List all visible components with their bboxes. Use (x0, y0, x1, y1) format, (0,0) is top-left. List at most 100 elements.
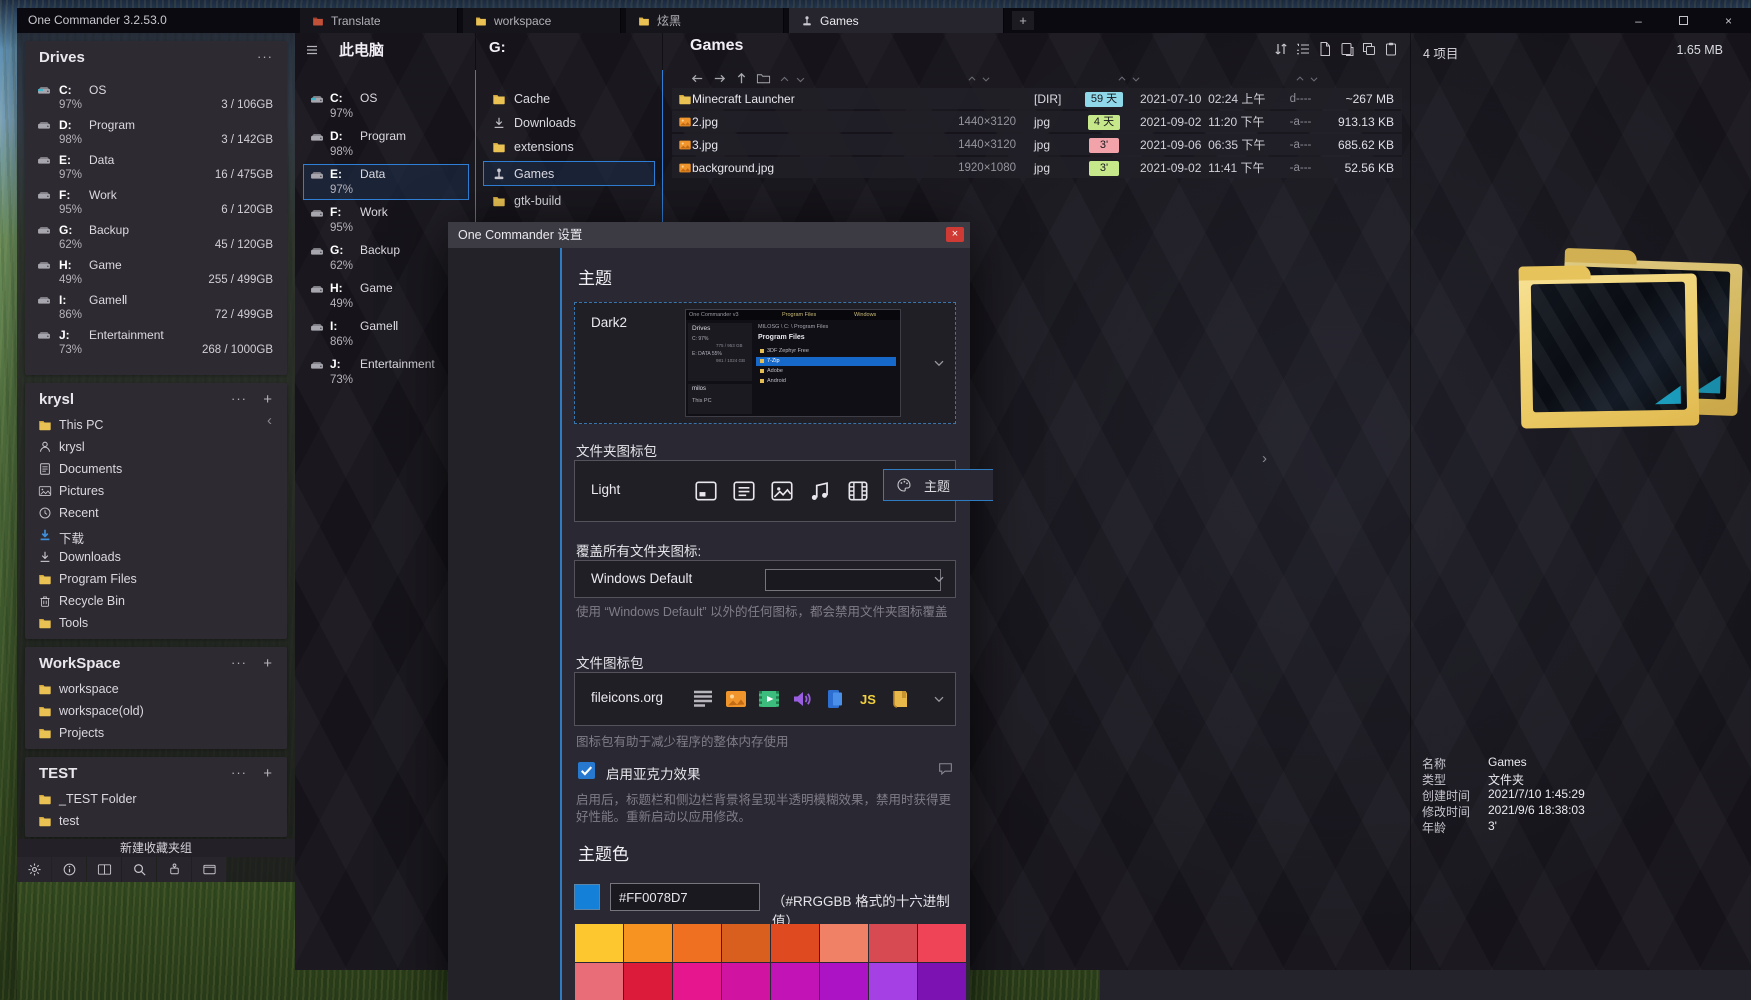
file-row[interactable]: 2.jpg1440×3120jpg4 天2021-09-02 11:20 下午-… (672, 111, 1402, 132)
panel-collapse-right-handle[interactable]: › (1262, 450, 1267, 467)
folder-item-Downloads[interactable]: Downloads (483, 112, 655, 134)
folder-outline-button[interactable] (756, 71, 771, 86)
favorite-item[interactable]: workspace (25, 679, 287, 701)
drive-row[interactable]: F:Work95%6 / 120GB (25, 186, 287, 221)
favorite-item[interactable]: Tools (25, 613, 287, 635)
palette-swatch[interactable] (820, 924, 868, 962)
palette-swatch[interactable] (918, 963, 966, 1000)
toolbar-list-button[interactable] (1295, 41, 1311, 57)
tree-item-C:[interactable]: C:OS97% (303, 88, 469, 124)
palette-swatch[interactable] (722, 924, 770, 962)
favorite-item[interactable]: _TEST Folder (25, 789, 287, 811)
favorites-add-button[interactable]: + (263, 391, 273, 408)
theme-selector[interactable]: Dark2 One Commander v3Program FilesWindo… (574, 302, 956, 424)
tree-item-D:[interactable]: D:Program98% (303, 126, 469, 162)
tree-item-J:[interactable]: J:Entertainment73% (303, 354, 469, 390)
drive-row[interactable]: G:Backup62%45 / 120GB (25, 221, 287, 256)
drive-row[interactable]: C:OS97%3 / 106GB (25, 81, 287, 116)
favorite-item[interactable]: Program Files (25, 569, 287, 591)
tab-Games[interactable]: Games (789, 8, 1004, 33)
info-button[interactable] (52, 857, 86, 882)
tab-Translate[interactable]: Translate (300, 8, 458, 33)
dual-pane-button[interactable] (87, 857, 121, 882)
back-button[interactable] (690, 71, 705, 86)
chevron-down-icon[interactable] (931, 691, 947, 707)
sort-column-buttons[interactable] (1117, 74, 1141, 84)
tree-item-E:[interactable]: E:Data97% (303, 164, 469, 200)
tree-item-F:[interactable]: F:Work95% (303, 202, 469, 238)
menu-icon[interactable] (305, 42, 321, 58)
drive-row[interactable]: H:Game49%255 / 499GB (25, 256, 287, 291)
favorite-item[interactable]: Recycle Bin (25, 591, 287, 613)
favorites-menu-button[interactable]: ··· (231, 655, 247, 670)
file-row[interactable]: background.jpg1920×1080jpg3'2021-09-02 1… (672, 157, 1402, 178)
tab-workspace[interactable]: workspace (463, 8, 621, 33)
toolbar-file2-button[interactable] (1339, 41, 1355, 57)
acrylic-checkbox[interactable] (578, 762, 595, 779)
sort-desc-icon[interactable] (981, 74, 991, 84)
file-icon-pack-selector[interactable]: fileicons.org JS (574, 672, 956, 726)
drives-menu-button[interactable]: ··· (257, 49, 273, 64)
chevron-down-icon[interactable] (931, 571, 947, 587)
override-selector[interactable]: Windows Default (574, 560, 956, 598)
palette-swatch[interactable] (722, 963, 770, 1000)
settings-button[interactable] (17, 857, 51, 882)
palette-swatch[interactable] (869, 963, 917, 1000)
palette-swatch[interactable] (624, 963, 672, 1000)
current-color-swatch[interactable] (574, 884, 600, 910)
tree-item-G:[interactable]: G:Backup62% (303, 240, 469, 276)
forward-button[interactable] (712, 71, 727, 86)
toolbar-file-button[interactable] (1317, 41, 1333, 57)
palette-swatch[interactable] (869, 924, 917, 962)
folder-item-Games[interactable]: Games (483, 161, 655, 186)
close-button[interactable]: × (1706, 8, 1751, 33)
drive-row[interactable]: J:Entertainment73%268 / 1000GB (25, 326, 287, 361)
favorite-item[interactable]: Downloads (25, 547, 287, 569)
tree-item-H:[interactable]: H:Game49% (303, 278, 469, 314)
favorite-item[interactable]: krysl (25, 437, 287, 459)
palette-swatch[interactable] (575, 963, 623, 1000)
palette-swatch[interactable] (771, 963, 819, 1000)
minimize-button[interactable]: – (1616, 8, 1661, 33)
sort-asc-icon[interactable] (1117, 74, 1127, 84)
tree-item-I:[interactable]: I:GameⅡ86% (303, 316, 469, 352)
palette-swatch[interactable] (624, 924, 672, 962)
sort-asc-icon[interactable] (1295, 74, 1305, 84)
palette-swatch[interactable] (673, 924, 721, 962)
search-button[interactable] (122, 857, 156, 882)
sort-column-buttons[interactable] (1295, 74, 1319, 84)
favorite-item[interactable]: Recent (25, 503, 287, 525)
toolbar-copy-button[interactable] (1361, 41, 1377, 57)
maximize-button[interactable] (1661, 8, 1706, 33)
favorites-menu-button[interactable]: ··· (231, 391, 247, 406)
palette-swatch[interactable] (820, 963, 868, 1000)
favorites-menu-button[interactable]: ··· (231, 765, 247, 780)
favorite-item[interactable]: Documents (25, 459, 287, 481)
sort-desc-icon[interactable] (1309, 74, 1319, 84)
sort-updown-button[interactable] (1273, 41, 1289, 57)
drive-row[interactable]: I:GameⅡ86%72 / 499GB (25, 291, 287, 326)
collapse-icon[interactable] (795, 74, 806, 85)
dialog-titlebar[interactable]: One Commander 设置 × (448, 222, 970, 248)
file-row[interactable]: Minecraft Launcher[DIR]59 天2021-07-10 02… (672, 88, 1402, 109)
override-input[interactable] (765, 569, 941, 591)
automation-button[interactable] (157, 857, 191, 882)
palette-swatch[interactable] (771, 924, 819, 962)
dialog-nav-主题[interactable]: 主题 (883, 469, 993, 501)
sort-column-buttons[interactable] (967, 74, 991, 84)
panel-collapse-left-handle[interactable]: ‹ (267, 412, 272, 429)
folder-item-extensions[interactable]: extensions (483, 136, 655, 158)
favorite-item[interactable]: Pictures (25, 481, 287, 503)
file-row[interactable]: 3.jpg1440×3120jpg3'2021-09-06 06:35 下午-a… (672, 134, 1402, 155)
new-favorites-group-button[interactable]: 新建收藏夹组 (17, 839, 295, 857)
favorite-item[interactable]: workspace(old) (25, 701, 287, 723)
favorite-item[interactable]: Projects (25, 723, 287, 745)
toolbar-paste-button[interactable] (1383, 41, 1399, 57)
drive-row[interactable]: D:Program98%3 / 142GB (25, 116, 287, 151)
tab-炫黑[interactable]: 炫黑 (626, 8, 784, 33)
feedback-icon[interactable] (937, 760, 954, 777)
dialog-close-button[interactable]: × (946, 227, 964, 242)
color-hex-input[interactable]: #FF0078D7 (610, 883, 760, 911)
folder-item-Cache[interactable]: Cache (483, 88, 655, 110)
favorite-item[interactable]: This PC (25, 415, 287, 437)
